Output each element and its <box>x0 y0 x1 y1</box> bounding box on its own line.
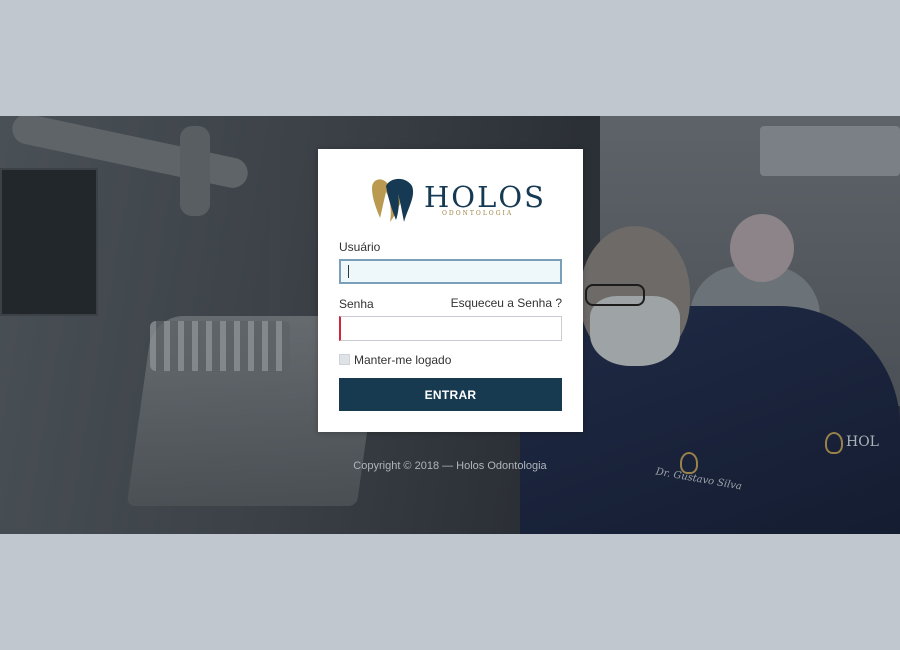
background-tool-tray <box>150 321 290 371</box>
username-label: Usuário <box>339 240 381 254</box>
password-label: Senha <box>339 297 374 311</box>
forgot-password-link[interactable]: Esqueceu a Senha ? <box>451 296 562 310</box>
background-lamp-joint <box>180 126 210 216</box>
login-card: HOLOS ODONTOLOGIA Usuário Senha Esqueceu… <box>318 149 583 432</box>
tooth-logo-icon <box>372 178 414 222</box>
background-dentist-glasses <box>585 284 645 306</box>
remember-me-checkbox[interactable] <box>339 354 350 365</box>
background-dentist-mask <box>590 296 680 366</box>
remember-me-label[interactable]: Manter-me logado <box>354 353 451 367</box>
brand-subtitle: ODONTOLOGIA <box>442 210 514 217</box>
background-assistant-cap <box>730 214 794 282</box>
text-caret <box>348 265 349 278</box>
password-input[interactable] <box>339 316 562 341</box>
brand-name: HOLOS <box>424 180 546 214</box>
brand-logo: HOLOS ODONTOLOGIA <box>366 174 544 226</box>
background-monitor <box>0 168 98 316</box>
background-air-conditioner <box>760 126 900 176</box>
username-input[interactable] <box>339 259 562 284</box>
footer-copyright: Copyright © 2018 — Holos Odontologia <box>353 460 547 472</box>
background-wall-logo-emblem <box>825 432 843 454</box>
background-wall-logo-text: HOL <box>846 434 879 450</box>
login-button[interactable]: ENTRAR <box>339 378 562 411</box>
